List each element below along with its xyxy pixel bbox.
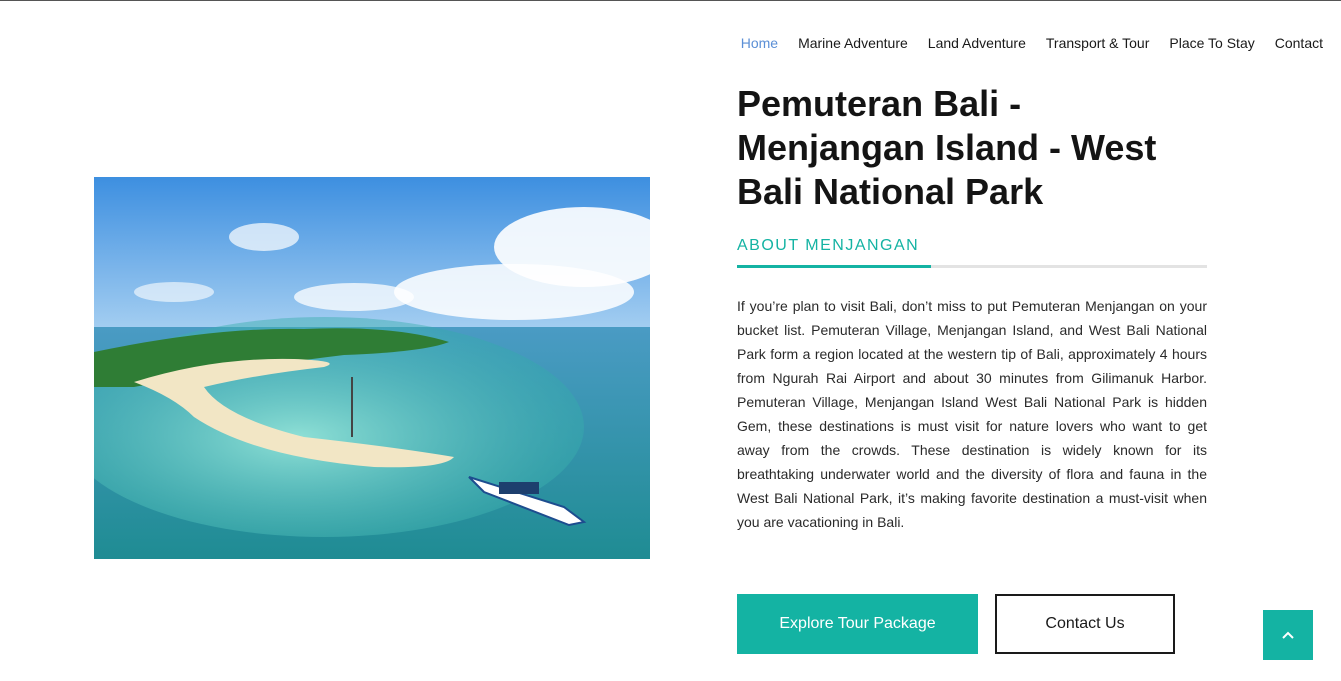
nav-transport-tour[interactable]: Transport & Tour: [1046, 33, 1150, 53]
section-divider-accent: [737, 265, 931, 268]
nav-home[interactable]: Home: [741, 33, 778, 53]
scroll-to-top-button[interactable]: [1263, 610, 1313, 660]
description-text: If you’re plan to visit Bali, don’t miss…: [737, 298, 1207, 530]
nav-marine-adventure[interactable]: Marine Adventure: [798, 33, 908, 53]
contact-us-button[interactable]: Contact Us: [995, 594, 1175, 654]
nav-place-to-stay[interactable]: Place To Stay: [1169, 33, 1254, 53]
explore-tour-package-button[interactable]: Explore Tour Package: [737, 594, 978, 654]
section-label: ABOUT MENJANGAN: [737, 237, 920, 254]
nav-land-adventure[interactable]: Land Adventure: [928, 33, 1026, 53]
top-border: [0, 0, 1341, 1]
page-title: Pemuteran Bali - Menjangan Island - West…: [737, 83, 1157, 212]
nav-contact[interactable]: Contact: [1275, 33, 1323, 53]
main-nav: Home Marine Adventure Land Adventure Tra…: [741, 33, 1323, 53]
chevron-up-icon: [1282, 631, 1294, 639]
island-photo-icon: [94, 177, 650, 559]
menjangan-island-photo: [94, 177, 650, 559]
